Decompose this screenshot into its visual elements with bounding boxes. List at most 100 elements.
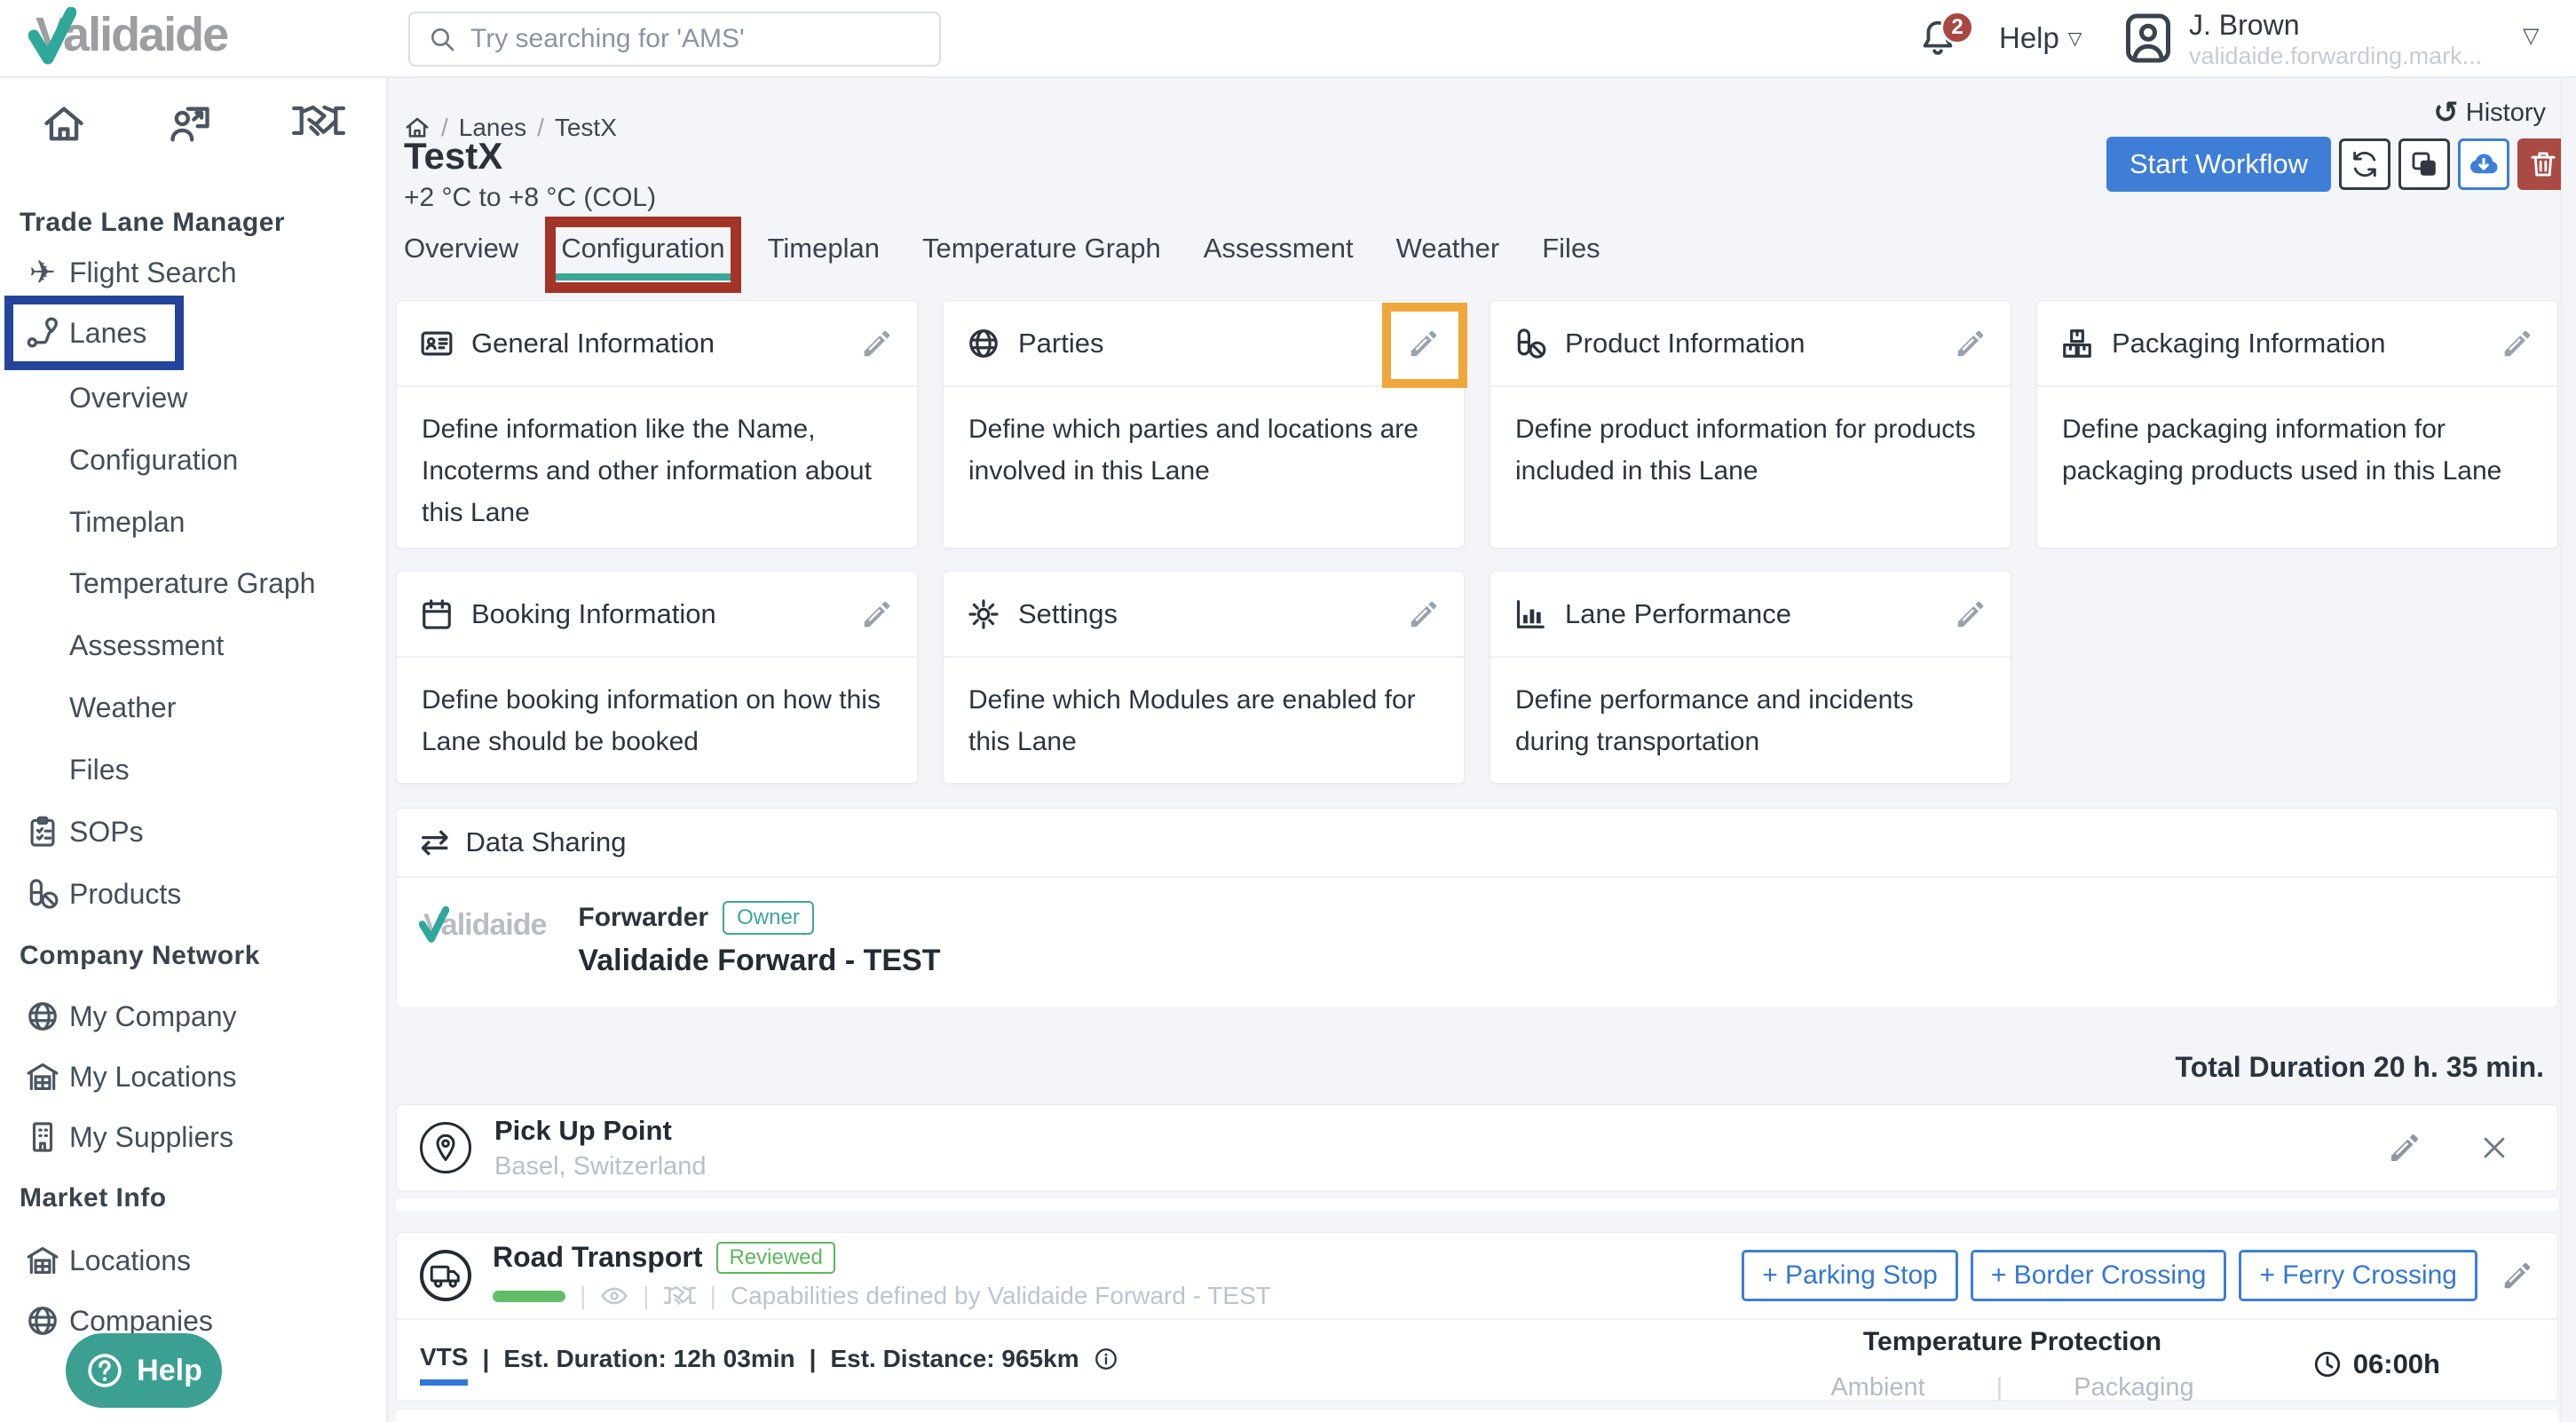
sidebar-item-locations[interactable]: Locations — [0, 1236, 386, 1285]
route-icon — [23, 315, 62, 351]
road-transport-title: Road Transport — [493, 1241, 702, 1274]
app-logo[interactable]: Validaide — [36, 7, 227, 62]
ambient-label[interactable]: Ambient — [1830, 1373, 1924, 1402]
warehouse-icon — [23, 1060, 62, 1094]
search-input[interactable] — [470, 24, 921, 54]
card-general-information: General Information Define information l… — [396, 300, 918, 549]
tab-overview[interactable]: Overview — [404, 218, 518, 288]
edit-parties-button[interactable] — [1407, 327, 1441, 360]
card-booking-information: Booking Information Define booking infor… — [396, 571, 918, 784]
download-button[interactable] — [2458, 138, 2509, 190]
reviewed-badge: Reviewed — [716, 1242, 834, 1274]
edit-packaging-information-button[interactable] — [2501, 327, 2534, 360]
search-icon — [428, 25, 456, 53]
edit-lane-performance-button[interactable] — [1954, 597, 1987, 631]
sidebar-item-weather[interactable]: Weather — [0, 683, 386, 732]
help-menu[interactable]: Help ▽ — [1999, 21, 2082, 55]
remove-pickup-button[interactable] — [2479, 1133, 2509, 1163]
trash-icon — [2528, 149, 2558, 179]
add-border-crossing-button[interactable]: + Border Crossing — [1971, 1250, 2227, 1301]
vts-tab[interactable]: VTS — [420, 1343, 468, 1375]
sidebar-item-flight-search[interactable]: ✈ Flight Search — [0, 248, 386, 297]
refresh-button[interactable] — [2339, 138, 2390, 190]
tab-assessment[interactable]: Assessment — [1204, 218, 1354, 288]
handshake-icon[interactable] — [292, 101, 345, 142]
chevron-down-icon: ▽ — [2068, 28, 2082, 50]
user-share-icon[interactable] — [165, 101, 215, 147]
warehouse-icon — [23, 1244, 62, 1277]
sidebar-item-lanes[interactable]: Lanes — [0, 308, 386, 358]
validaide-mini-logo: Validaide — [423, 908, 546, 943]
info-icon[interactable] — [1094, 1347, 1118, 1371]
chart-icon — [1513, 597, 1547, 631]
notifications-bell[interactable]: 2 — [1917, 18, 1971, 67]
top-header: Validaide 2 Help ▽ J. Brown validaide.fo… — [0, 0, 2576, 78]
pencil-icon — [860, 327, 894, 360]
main-content: / Lanes / TestX ↺ History TestX +2 °C to… — [388, 78, 2576, 1422]
user-menu-chevron-icon[interactable]: ▽ — [2523, 23, 2539, 49]
avatar-icon — [2122, 12, 2175, 65]
globe-icon — [23, 1304, 62, 1338]
globe-icon — [967, 327, 1000, 360]
sidebar-item-my-locations[interactable]: My Locations — [0, 1052, 386, 1102]
capabilities-note: Capabilities defined by Validaide Forwar… — [731, 1282, 1271, 1310]
location-pin-icon — [420, 1122, 471, 1173]
history-icon: ↺ — [2433, 98, 2459, 128]
tab-configuration[interactable]: Configuration — [561, 218, 724, 288]
sidebar-item-overview[interactable]: Overview — [0, 373, 386, 423]
sidebar-item-assessment[interactable]: Assessment — [0, 620, 386, 670]
home-icon[interactable] — [41, 101, 87, 147]
duplicate-button[interactable] — [2398, 138, 2450, 190]
packaging-label[interactable]: Packaging — [2074, 1373, 2193, 1402]
globe-icon — [23, 999, 62, 1033]
sidebar-item-my-suppliers[interactable]: My Suppliers — [0, 1112, 386, 1162]
refresh-icon — [2350, 149, 2380, 179]
pills-icon — [23, 877, 62, 911]
handshake-icon[interactable] — [664, 1284, 696, 1308]
edit-settings-button[interactable] — [1407, 597, 1441, 631]
section-heading-trade-lane-manager: Trade Lane Manager — [20, 208, 285, 238]
page-actions: Start Workflow — [2106, 137, 2569, 192]
tab-weather[interactable]: Weather — [1396, 218, 1500, 288]
gear-icon — [967, 597, 1000, 631]
sidebar-item-temperature-graph[interactable]: Temperature Graph — [0, 558, 386, 608]
tab-temperature-graph[interactable]: Temperature Graph — [922, 218, 1161, 288]
edit-general-information-button[interactable] — [860, 327, 894, 360]
edit-booking-information-button[interactable] — [860, 597, 894, 631]
page-title: TestX — [404, 135, 502, 178]
add-parking-stop-button[interactable]: + Parking Stop — [1742, 1250, 1958, 1301]
plane-icon: ✈ — [23, 254, 62, 291]
eye-icon[interactable] — [600, 1282, 628, 1310]
calendar-icon — [420, 597, 454, 631]
help-menu-label: Help — [1999, 21, 2059, 55]
logo-check-icon — [28, 7, 76, 66]
edit-pickup-button[interactable] — [2387, 1130, 2422, 1165]
tab-timeplan[interactable]: Timeplan — [768, 218, 880, 288]
user-name: J. Brown — [2189, 9, 2299, 42]
user-avatar[interactable] — [2122, 12, 2175, 65]
pencil-icon — [2387, 1130, 2422, 1165]
id-card-icon — [420, 327, 454, 360]
question-circle-icon — [85, 1351, 124, 1390]
help-button[interactable]: Help — [66, 1333, 222, 1408]
sidebar-item-configuration[interactable]: Configuration — [0, 435, 386, 485]
edit-road-transport-button[interactable] — [2501, 1259, 2534, 1292]
est-duration: Est. Duration: 12h 03min — [503, 1345, 794, 1373]
sidebar-item-files[interactable]: Files — [0, 745, 386, 794]
sidebar-item-products[interactable]: Products — [0, 869, 386, 919]
edit-product-information-button[interactable] — [1954, 327, 1987, 360]
sharing-company: Validaide Forward - TEST — [578, 944, 940, 978]
cloud-download-icon — [2467, 147, 2501, 181]
lane-tabs: Overview Configuration Timeplan Temperat… — [404, 218, 1600, 288]
history-link[interactable]: ↺ History — [2433, 98, 2546, 128]
vertical-scrollbar[interactable] — [2561, 78, 2576, 1422]
tab-files[interactable]: Files — [1542, 218, 1600, 288]
config-cards-row-1: General Information Define information l… — [396, 300, 2558, 549]
start-workflow-button[interactable]: Start Workflow — [2106, 137, 2331, 192]
sidebar-item-sops[interactable]: SOPs — [0, 807, 386, 857]
sidebar-item-my-company[interactable]: My Company — [0, 991, 386, 1041]
add-ferry-crossing-button[interactable]: + Ferry Crossing — [2239, 1250, 2477, 1301]
card-parties: Parties Define which parties and locatio… — [943, 300, 1465, 549]
truck-icon — [420, 1250, 471, 1301]
sidebar-item-timeplan[interactable]: Timeplan — [0, 497, 386, 547]
